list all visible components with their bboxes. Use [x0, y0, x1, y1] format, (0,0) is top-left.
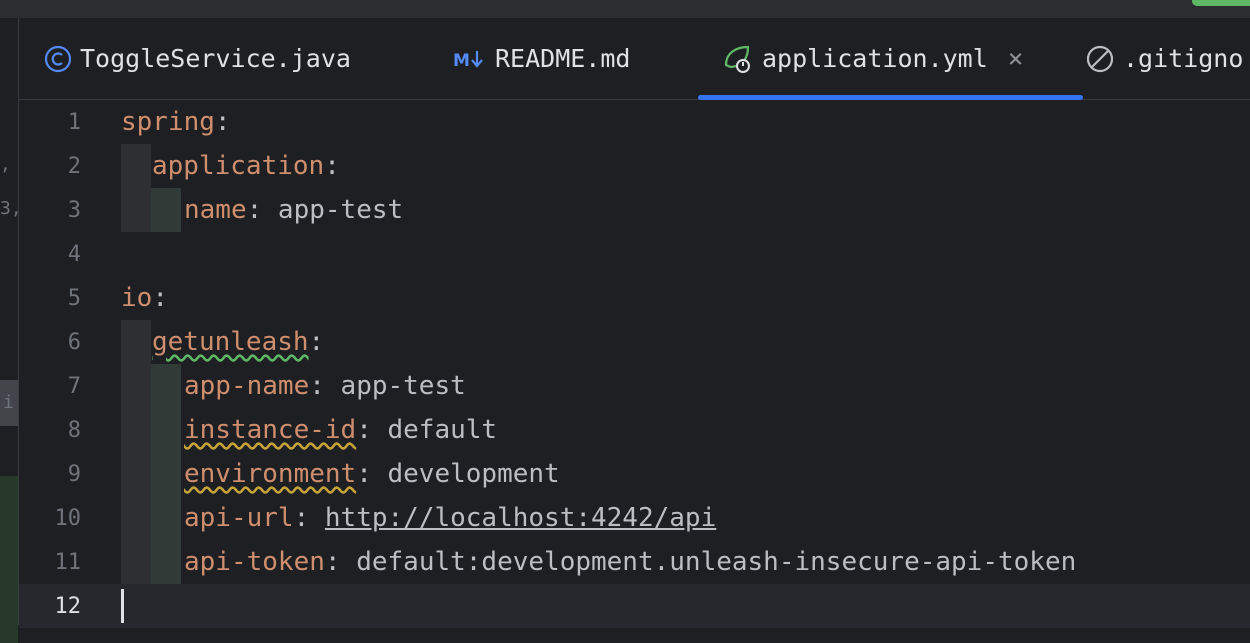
- left-panel-edge: , 3, i: [0, 18, 22, 643]
- ignore-file-icon: [1085, 44, 1115, 74]
- code-editor[interactable]: 1 spring: 2 application: 3 name: app-tes…: [19, 100, 1250, 628]
- yaml-colon: :: [214, 107, 231, 137]
- line-number: 9: [67, 461, 81, 487]
- code-line: 2 application:: [19, 144, 1250, 188]
- yaml-colon: :: [293, 503, 310, 533]
- text-cursor: [121, 589, 124, 623]
- svg-text:M: M: [453, 51, 470, 70]
- code-line: 3 name: app-test: [19, 188, 1250, 232]
- tab-application-yml[interactable]: application.yml ×: [697, 18, 1084, 100]
- yaml-value: default:development.unleash-insecure-api…: [340, 547, 1077, 577]
- yaml-colon: :: [309, 371, 325, 401]
- yaml-colon: :: [246, 195, 263, 225]
- yaml-value: development: [371, 459, 560, 489]
- line-number: 7: [67, 373, 81, 399]
- tab-label: .gitigno: [1123, 44, 1244, 73]
- line-number: 1: [67, 109, 81, 135]
- status-indicator[interactable]: [1192, 0, 1250, 6]
- code-line: 8 instance-id: default: [19, 408, 1250, 452]
- code-line: 6 getunleash:: [19, 320, 1250, 364]
- line-number: 10: [54, 505, 82, 531]
- yaml-key: spring: [121, 107, 215, 137]
- line-number: 4: [67, 241, 81, 267]
- url-link[interactable]: http://localhost:4242/api: [325, 503, 716, 533]
- yaml-colon: :: [324, 547, 341, 577]
- java-class-icon: [44, 45, 72, 73]
- code-line: 1 spring:: [19, 100, 1250, 144]
- code-line: 5 io:: [19, 276, 1250, 320]
- left-panel-text: i: [3, 392, 14, 413]
- line-number: 11: [54, 549, 82, 575]
- yaml-value: default: [371, 415, 498, 445]
- yaml-key: name: [184, 195, 247, 225]
- yaml-value: app-test: [324, 371, 466, 401]
- yaml-key: instance-id: [184, 415, 357, 445]
- markdown-icon: M: [453, 48, 487, 70]
- tab-label: README.md: [495, 44, 631, 73]
- yaml-colon: :: [152, 283, 168, 313]
- tab-label: application.yml: [762, 44, 988, 73]
- yaml-key: getunleash: [152, 327, 309, 357]
- close-tab-icon[interactable]: ×: [1008, 44, 1024, 74]
- code-line: 9 environment: development: [19, 452, 1250, 496]
- code-line: 4: [19, 232, 1250, 276]
- yaml-colon: :: [324, 151, 340, 181]
- code-line-current: 12: [19, 584, 1250, 628]
- editor-tab-bar: ToggleService.java M README.md applicati…: [19, 18, 1250, 100]
- line-number: 5: [67, 285, 81, 311]
- yaml-key: api-url: [184, 503, 294, 533]
- left-panel-text: ,: [0, 154, 11, 175]
- line-number: 8: [67, 417, 81, 443]
- yaml-key: application: [152, 151, 325, 181]
- spring-config-icon: [722, 43, 754, 75]
- yaml-colon: :: [356, 459, 372, 489]
- left-panel-highlight: [0, 476, 18, 643]
- line-number: 12: [54, 593, 82, 619]
- code-line: 10 api-url: http://localhost:4242/api: [19, 496, 1250, 540]
- line-number: 2: [67, 153, 81, 179]
- tab-label: ToggleService.java: [80, 44, 351, 73]
- yaml-colon: :: [308, 327, 325, 357]
- yaml-colon: :: [356, 415, 372, 445]
- window-top-strip: [0, 0, 1250, 18]
- tab-gitignore[interactable]: .gitigno: [1085, 18, 1243, 99]
- code-line: 7 app-name: app-test: [19, 364, 1250, 408]
- yaml-key: io: [121, 283, 153, 313]
- yaml-value: app-test: [262, 195, 404, 225]
- code-line: 11 api-token: default:development.unleas…: [19, 540, 1250, 584]
- yaml-key: environment: [184, 459, 357, 489]
- yaml-key: app-name: [184, 371, 310, 401]
- tab-readme-md[interactable]: M README.md: [453, 18, 630, 99]
- yaml-key: api-token: [184, 547, 325, 577]
- line-number: 6: [67, 329, 81, 355]
- line-number: 3: [67, 197, 81, 223]
- tab-toggleservice-java[interactable]: ToggleService.java: [44, 18, 351, 99]
